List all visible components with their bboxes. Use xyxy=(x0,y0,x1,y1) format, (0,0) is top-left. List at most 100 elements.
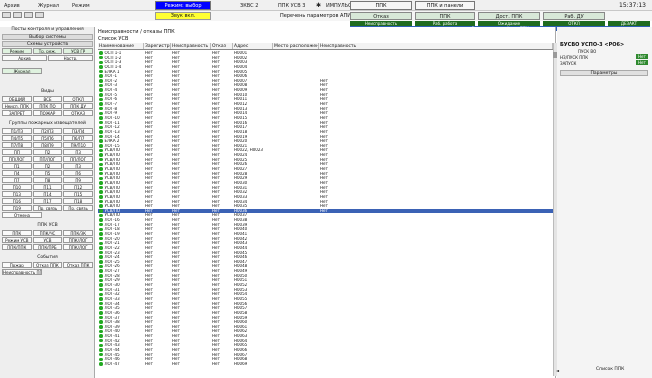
left-button[interactable]: П1 xyxy=(2,163,32,169)
left-button[interactable]: П19 xyxy=(2,205,32,211)
status-dost-button[interactable]: Дост. ППК xyxy=(478,12,540,20)
status-dot-icon xyxy=(99,343,103,348)
status-dot-icon xyxy=(99,338,103,343)
left-button[interactable]: Архив xyxy=(2,55,47,61)
left-button[interactable]: Неисправность ППК xyxy=(2,269,42,275)
left-button[interactable]: П2 xyxy=(32,163,63,169)
left-button[interactable]: ППК/ЛОГ xyxy=(63,237,93,243)
left-button[interactable]: П5/П6 xyxy=(32,135,63,141)
left-button[interactable]: Пр. связь xyxy=(32,205,63,211)
left-button[interactable]: П9/П10 xyxy=(63,142,93,148)
left-button[interactable]: П15 xyxy=(63,191,93,197)
left-button[interactable]: П4 xyxy=(2,170,32,176)
left-button[interactable]: Пр. связь xyxy=(63,205,93,211)
left-button[interactable]: П11 xyxy=(32,184,63,190)
left-button[interactable]: ППК/ПРБ xyxy=(32,244,63,250)
row-name-text: ЛОГ-20 xyxy=(104,236,120,241)
left-button[interactable]: П14 xyxy=(32,191,63,197)
left-button[interactable]: П1/ПЗ xyxy=(2,128,32,134)
params-header[interactable]: Параметры xyxy=(560,70,648,76)
left-button[interactable]: ОТКЛ xyxy=(63,96,93,102)
col-refusal[interactable]: Отказ xyxy=(211,43,233,49)
mode-indicator[interactable]: Режим: выбор xyxy=(155,1,211,10)
left-button[interactable]: П3/П4 xyxy=(63,128,93,134)
col-fault[interactable]: Неисправность xyxy=(319,43,553,49)
menu-archive[interactable]: Архив xyxy=(4,2,20,10)
left-button[interactable]: П3 xyxy=(63,149,93,155)
left-button[interactable]: П17 xyxy=(32,198,63,204)
left-button[interactable]: Неисп. ППК xyxy=(2,103,32,109)
status-du-button[interactable]: Раб. ДУ xyxy=(543,12,605,20)
left-button[interactable]: ППК xyxy=(2,230,32,236)
left-button[interactable]: ППК/ЧС xyxy=(32,230,63,236)
left-button[interactable]: ППК ДУ xyxy=(63,103,93,109)
left-button[interactable]: ППК/ППК xyxy=(2,244,32,250)
left-button[interactable]: ПП/ЛОГ xyxy=(2,156,32,162)
col-registered[interactable]: Зарегистрирован xyxy=(144,43,171,49)
settings-icon[interactable] xyxy=(35,12,44,18)
status-ppk-button[interactable]: ППК xyxy=(415,12,475,20)
row-name-text: ЛОГ-14 xyxy=(104,134,120,139)
left-button[interactable]: П12 xyxy=(63,184,93,190)
ppk-box[interactable]: ППК xyxy=(350,1,412,10)
row-name-text: ЕЛКА 2 xyxy=(104,139,120,144)
left-button[interactable]: П10 xyxy=(2,184,32,190)
left-button[interactable]: П6 xyxy=(63,170,93,176)
col-location[interactable]: Место расположения xyxy=(273,43,319,49)
left-button[interactable]: П7/П8 xyxy=(2,142,32,148)
ppk-panel-box[interactable]: ППК и панели xyxy=(415,1,475,10)
left-button[interactable]: ПОЖАР xyxy=(32,110,63,116)
status-dot-icon xyxy=(99,287,103,292)
row-name-text: ЛОГ-15 xyxy=(104,143,120,148)
left-button[interactable]: ОТКАЗ xyxy=(63,110,93,116)
left-button[interactable]: УСВ xyxy=(32,237,63,243)
menu-mode[interactable]: Режим xyxy=(72,2,90,10)
left-button[interactable]: Настр. xyxy=(48,55,93,61)
left-button[interactable]: П2 xyxy=(32,149,63,155)
left-button[interactable]: П2/П3 xyxy=(32,128,63,134)
left-button[interactable]: Журнал xyxy=(2,68,42,74)
status-fail-button[interactable]: Отказ xyxy=(350,12,412,20)
left-button[interactable]: П18 xyxy=(63,198,93,204)
sound-indicator[interactable]: Звук вкл. xyxy=(155,12,211,20)
left-button[interactable]: П8/П9 xyxy=(32,142,63,148)
left-button[interactable]: П16 xyxy=(2,198,32,204)
status-dot-icon xyxy=(99,246,103,250)
left-button[interactable]: УСВ ГР xyxy=(63,48,93,54)
left-button[interactable]: П8 xyxy=(32,177,63,183)
left-button[interactable]: Отмена xyxy=(2,212,42,218)
left-button[interactable]: Режим xyxy=(2,48,32,54)
left-button[interactable]: Отказ ППК xyxy=(63,262,93,268)
left-button[interactable]: ППК ПО xyxy=(32,103,63,109)
col-fault-ppk[interactable]: Неисправность ППК xyxy=(171,43,211,49)
left-button[interactable]: П9 xyxy=(63,177,93,183)
left-button[interactable]: Отказ ППК xyxy=(32,262,63,268)
print-icon[interactable] xyxy=(2,12,11,18)
left-button[interactable]: Режим УСВ xyxy=(2,237,32,243)
left-button[interactable]: ЗАПРЕТ xyxy=(2,110,32,116)
left-button[interactable]: ПП xyxy=(2,149,32,155)
scroll-left-arrow-icon[interactable]: ◄ xyxy=(556,368,559,373)
col-address[interactable]: Адрес xyxy=(233,43,273,49)
left-button[interactable]: П13 xyxy=(2,191,32,197)
left-button[interactable]: ВСЕ xyxy=(32,96,63,102)
left-button[interactable]: П4/П5 xyxy=(2,135,32,141)
left-button[interactable]: П3 xyxy=(63,163,93,169)
left-button[interactable]: ПП/ЛОГ xyxy=(32,156,63,162)
row-name-text: ЛОГ-25 xyxy=(104,259,120,264)
left-button[interactable]: П5 xyxy=(32,170,63,176)
left-button[interactable]: П7 xyxy=(2,177,32,183)
left-button[interactable]: ППК/ЛОГ xyxy=(63,244,93,250)
menu-journal[interactable]: Журнал xyxy=(38,2,59,10)
col-name[interactable]: Наименование xyxy=(98,43,144,49)
left-button[interactable]: П6/П7 xyxy=(63,135,93,141)
refresh-icon[interactable] xyxy=(24,12,33,18)
left-button[interactable]: Тр. реж. xyxy=(32,48,63,54)
left-button[interactable]: Пожар xyxy=(2,262,32,268)
left-button[interactable]: ПП/ЛОГ xyxy=(63,156,93,162)
status-dot-icon xyxy=(99,69,103,74)
table-row[interactable]: ЛОГ-47 Нет Нет Нет Н0069 xyxy=(98,362,553,367)
left-button[interactable]: ППК/ЗК xyxy=(63,230,93,236)
save-icon[interactable] xyxy=(13,12,22,18)
left-button[interactable]: ОБЩИЙ xyxy=(2,96,32,102)
